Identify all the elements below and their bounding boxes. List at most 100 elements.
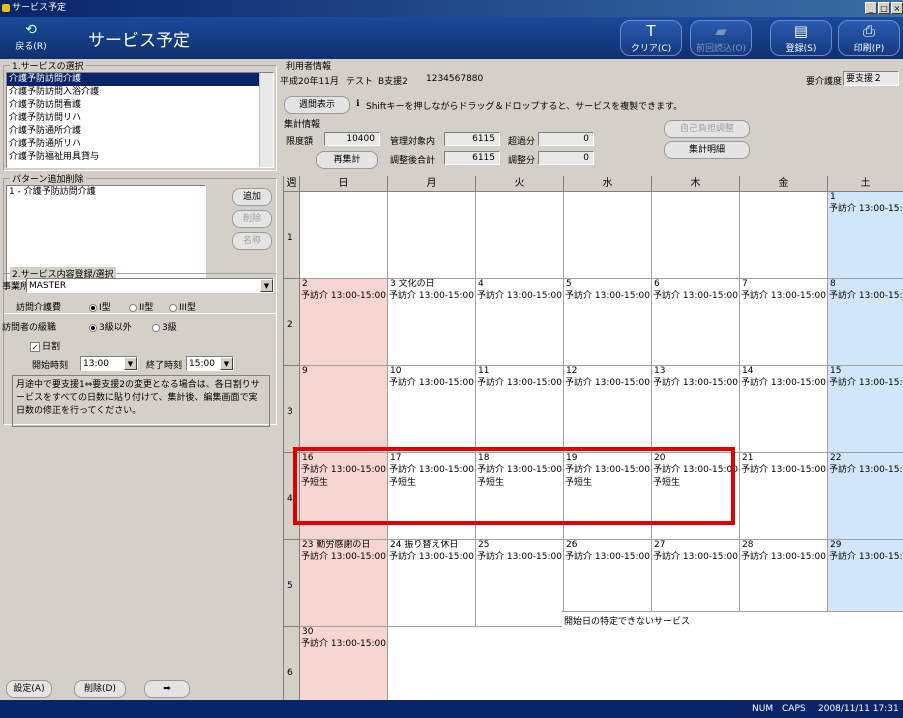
checkmark-icon[interactable]: ✓ <box>30 341 40 352</box>
service-entry[interactable]: 予訪介 13:00-15:00 <box>828 377 903 390</box>
service-entry[interactable]: 予訪介 13:00-15:00 <box>388 377 475 390</box>
service-entry[interactable]: 予訪介 13:00-15:00 <box>828 203 903 216</box>
service-entry[interactable]: 予訪介 13:00-15:00 <box>476 464 563 477</box>
settings-button[interactable]: 設定(A) <box>6 680 52 698</box>
day-cell[interactable]: 16 予訪介 13:00-15:00 予短生 <box>300 453 388 540</box>
service-list[interactable]: 介護予防訪問介護 介護予防訪問入浴介護 介護予防訪問看護 介護予防訪問リハ 介護… <box>6 72 274 168</box>
service-entry[interactable]: 予訪介 13:00-15:00 <box>300 551 387 564</box>
service-item[interactable]: 介護予防訪問入浴介護 <box>7 86 273 99</box>
back-button[interactable]: ⟲ 戻る(R) <box>14 21 48 55</box>
chevron-down-icon[interactable]: ▼ <box>260 279 273 292</box>
service-entry[interactable]: 予短生 <box>476 477 563 490</box>
service-entry[interactable]: 予訪介 13:00-15:00 <box>476 551 563 564</box>
day-cell[interactable]: 24 振り替え休日 予訪介 13:00-15:00 <box>388 540 476 627</box>
day-cell[interactable]: 14 予訪介 13:00-15:00 <box>740 366 828 453</box>
fee-option-2[interactable]: II型 <box>129 300 153 313</box>
calc-detail-button[interactable]: 集計明細 <box>664 141 750 159</box>
service-entry[interactable]: 予訪介 13:00-15:00 <box>740 377 827 390</box>
pattern-delete-button[interactable]: 削除 <box>232 210 272 228</box>
day-cell[interactable] <box>476 192 564 279</box>
service-entry[interactable]: 予訪介 13:00-15:00 <box>652 464 739 477</box>
service-entry[interactable]: 予訪介 13:00-15:00 <box>476 290 563 303</box>
service-entry[interactable]: 予訪介 13:00-15:00 <box>564 551 651 564</box>
day-cell[interactable]: 19 予訪介 13:00-15:00 予短生 <box>564 453 652 540</box>
minimize-icon[interactable]: _ <box>865 2 877 14</box>
pattern-add-button[interactable]: 追加 <box>232 188 272 206</box>
close-icon[interactable]: × <box>891 2 903 14</box>
chevron-down-icon[interactable]: ▼ <box>220 357 233 370</box>
service-item[interactable]: 介護予防訪問看護 <box>7 99 273 112</box>
service-entry[interactable]: 予訪介 13:00-15:00 <box>564 377 651 390</box>
chevron-down-icon[interactable]: ▼ <box>124 357 137 370</box>
fee-option-3[interactable]: III型 <box>169 300 196 313</box>
day-cell[interactable] <box>300 192 388 279</box>
service-entry[interactable]: 予訪介 13:00-15:00 <box>652 551 739 564</box>
day-cell[interactable] <box>740 192 828 279</box>
day-cell[interactable]: 25 予訪介 13:00-15:00 <box>476 540 564 627</box>
day-cell[interactable]: 7 予訪介 13:00-15:00 <box>740 279 828 366</box>
day-cell[interactable]: 22予訪介 13:00-15:00 <box>828 453 903 540</box>
radio-icon[interactable] <box>89 303 97 312</box>
self-pay-adjust-button[interactable]: 自己負担調整 <box>664 120 750 138</box>
go-arrow-button[interactable]: ➡ <box>144 680 190 698</box>
service-entry[interactable]: 予訪介 13:00-15:00 <box>388 290 475 303</box>
level-option-1[interactable]: 3級以外 <box>89 320 132 333</box>
day-cell[interactable]: 2 予訪介 13:00-15:00 <box>300 279 388 366</box>
service-entry[interactable]: 予訪介 13:00-15:00 <box>300 464 387 477</box>
radio-icon[interactable] <box>169 303 177 312</box>
service-item[interactable]: 介護予防福祉用具貸与 <box>7 151 273 164</box>
service-entry[interactable]: 予訪介 13:00-15:00 <box>740 464 827 477</box>
day-cell[interactable]: 10 予訪介 13:00-15:00 <box>388 366 476 453</box>
office-select[interactable]: MASTER ▼ <box>26 278 274 293</box>
start-time-select[interactable]: 13:00 ▼ <box>80 356 138 371</box>
day-cell[interactable]: 18 予訪介 13:00-15:00 予短生 <box>476 453 564 540</box>
service-item[interactable]: 介護予防訪問介護 <box>7 73 273 86</box>
service-entry[interactable]: 予短生 <box>388 477 475 490</box>
service-entry[interactable]: 予短生 <box>300 477 387 490</box>
service-entry[interactable]: 予訪介 13:00-15:00 <box>388 464 475 477</box>
service-entry[interactable]: 予訪介 13:00-15:00 <box>564 464 651 477</box>
day-cell[interactable]: 21 予訪介 13:00-15:00 <box>740 453 828 540</box>
day-cell[interactable]: 4 予訪介 13:00-15:00 <box>476 279 564 366</box>
register-button[interactable]: ▤ 登録(S) <box>770 20 832 56</box>
recalc-button[interactable]: 再集計 <box>316 151 378 169</box>
service-entry[interactable]: 予訪介 13:00-15:00 <box>300 290 387 303</box>
radio-icon[interactable] <box>152 323 160 332</box>
radio-icon[interactable] <box>129 303 137 312</box>
previous-read-button[interactable]: ▰ 前回読込(O) <box>690 20 752 56</box>
pattern-item[interactable]: 1 - 介護予防訪問介護 <box>7 186 205 199</box>
day-cell[interactable]: 15予訪介 13:00-15:00 <box>828 366 903 453</box>
service-entry[interactable]: 予訪介 13:00-15:00 <box>564 290 651 303</box>
service-entry[interactable]: 予訪介 13:00-15:00 <box>300 638 387 651</box>
service-entry[interactable]: 予訪介 13:00-15:00 <box>740 290 827 303</box>
service-item[interactable]: 介護予防訪問リハ <box>7 112 273 125</box>
day-cell[interactable]: 8予訪介 13:00-15:00 <box>828 279 903 366</box>
service-entry[interactable]: 予短生 <box>564 477 651 490</box>
level-option-2[interactable]: 3級 <box>152 320 177 333</box>
clear-button[interactable]: T クリア(C) <box>620 20 682 56</box>
service-item[interactable]: 介護予防通所介護 <box>7 125 273 138</box>
service-entry[interactable]: 予訪介 13:00-15:00 <box>828 290 903 303</box>
day-cell[interactable]: 13 予訪介 13:00-15:00 <box>652 366 740 453</box>
service-entry[interactable]: 予訪介 13:00-15:00 <box>828 551 903 564</box>
service-entry[interactable]: 予訪介 13:00-15:00 <box>652 377 739 390</box>
maximize-icon[interactable]: □ <box>878 2 890 14</box>
day-cell[interactable]: 6 予訪介 13:00-15:00 <box>652 279 740 366</box>
delete-button[interactable]: 削除(D) <box>74 680 126 698</box>
service-entry[interactable]: 予短生 <box>652 477 739 490</box>
end-time-select[interactable]: 15:00 ▼ <box>186 356 234 371</box>
day-cell[interactable]: 20 予訪介 13:00-15:00 予短生 <box>652 453 740 540</box>
unknown-start-area[interactable]: 開始日の特定できないサービス <box>562 611 903 700</box>
day-cell[interactable]: 3 文化の日 予訪介 13:00-15:00 <box>388 279 476 366</box>
day-cell[interactable]: 23 勤労感謝の日 予訪介 13:00-15:00 <box>300 540 388 627</box>
day-cell[interactable]: 5 予訪介 13:00-15:00 <box>564 279 652 366</box>
week-view-button[interactable]: 週間表示 <box>284 96 350 114</box>
day-cell[interactable]: 17 予訪介 13:00-15:00 予短生 <box>388 453 476 540</box>
service-item[interactable]: 介護予防通所リハ <box>7 138 273 151</box>
service-entry[interactable]: 予訪介 13:00-15:00 <box>740 551 827 564</box>
radio-icon[interactable] <box>89 323 97 332</box>
service-entry[interactable]: 予訪介 13:00-15:00 <box>476 377 563 390</box>
day-cell[interactable]: 11 予訪介 13:00-15:00 <box>476 366 564 453</box>
fee-option-1[interactable]: I型 <box>89 300 111 313</box>
print-button[interactable]: ⎙ 印刷(P) <box>838 20 900 56</box>
